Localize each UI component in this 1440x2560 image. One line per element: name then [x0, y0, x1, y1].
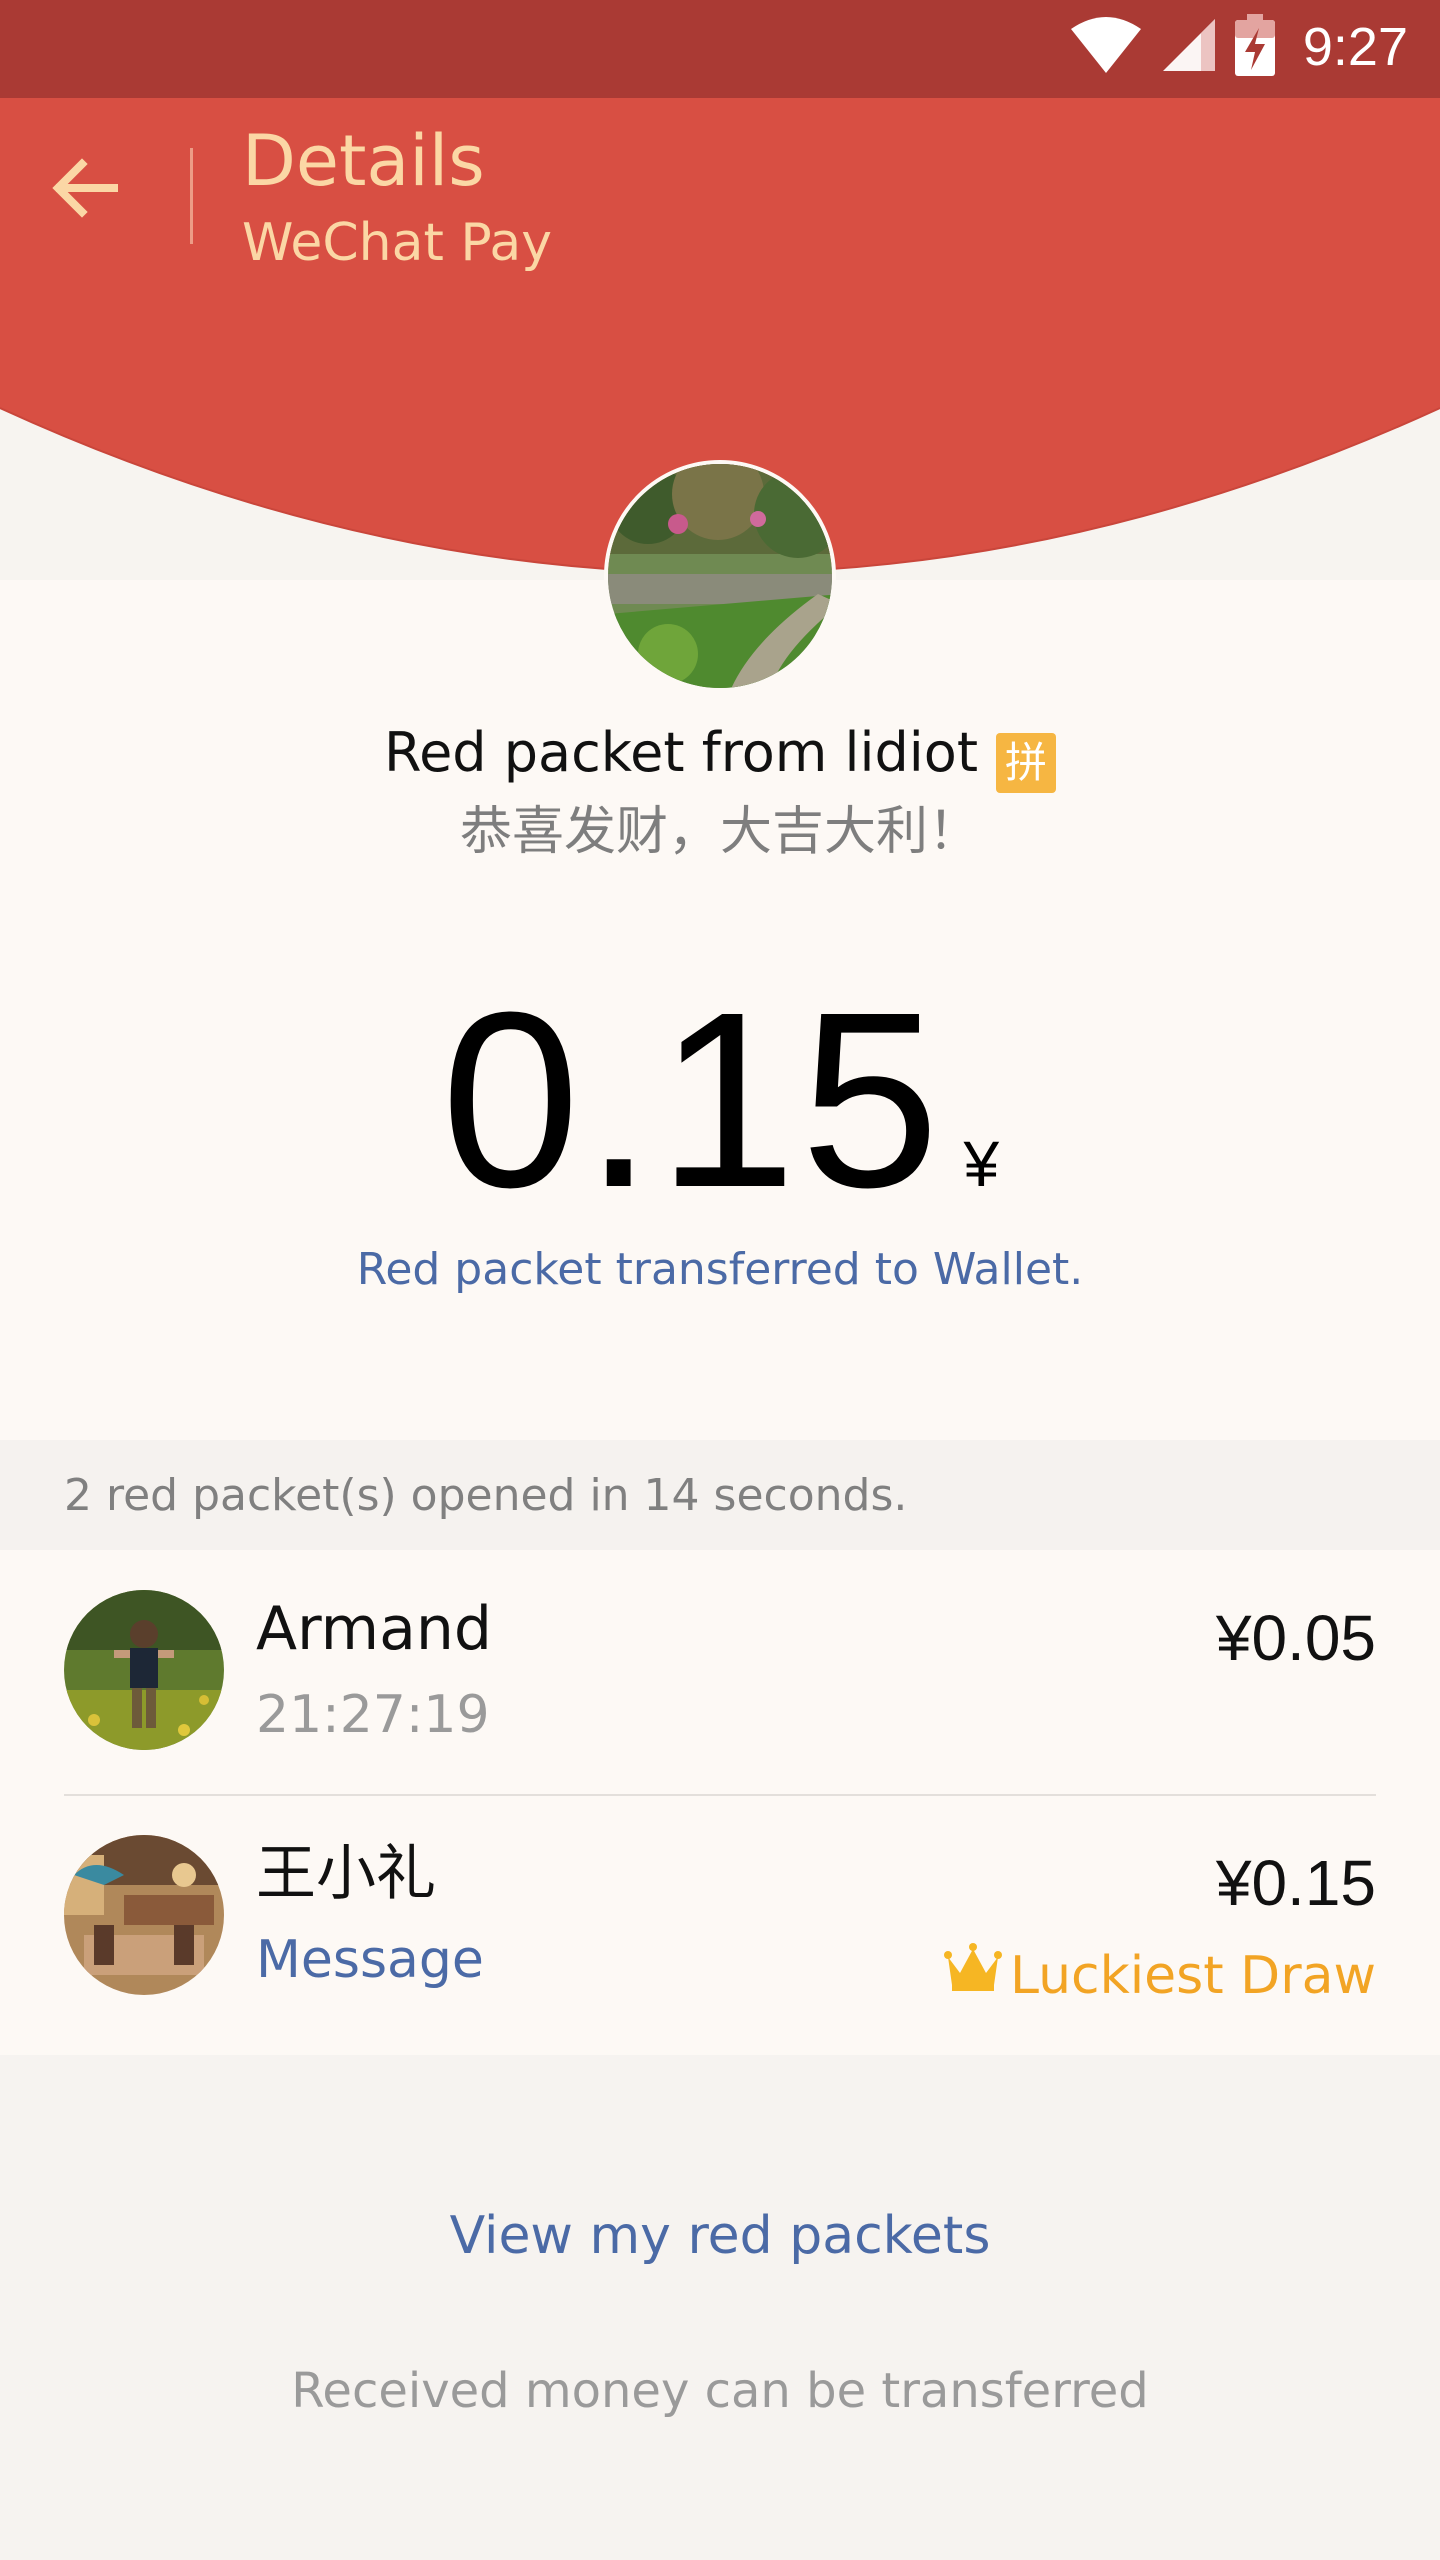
- recipient-amount: ¥0.15: [1215, 1847, 1376, 1919]
- recipient-name: Armand: [256, 1594, 492, 1664]
- view-my-red-packets-link[interactable]: View my red packets: [0, 2201, 1440, 2271]
- luckiest-draw-badge: Luckiest Draw: [944, 1941, 1376, 2011]
- recipient-name: 王小礼: [256, 1839, 436, 1909]
- recipient-time: 21:27:19: [256, 1685, 490, 1745]
- luckiest-draw-label: Luckiest Draw: [1010, 1946, 1376, 2006]
- sender-avatar-image: [608, 464, 832, 688]
- packet-detail: Red packet from lidiot 拼 恭喜发财，大吉大利！ 0.15 ¥…: [0, 0, 1440, 1440]
- recipient-amount: ¥0.05: [1215, 1602, 1376, 1674]
- avatar[interactable]: [64, 1590, 224, 1750]
- crown-icon: [944, 1941, 1003, 2011]
- greeting-message: 恭喜发财，大吉大利！: [459, 802, 980, 862]
- avatar[interactable]: [64, 1835, 224, 1995]
- footer: View my red packets Received money can b…: [0, 2055, 1440, 2560]
- message-link[interactable]: Message: [256, 1925, 484, 1995]
- amount-value: 0.15: [440, 960, 944, 1239]
- sender-text: Red packet from lidiot: [383, 721, 979, 784]
- group-packet-badge: 拼: [996, 733, 1057, 793]
- wallet-status-link[interactable]: Red packet transferred to Wallet.: [0, 1240, 1440, 1300]
- sender-line: Red packet from lidiot 拼: [0, 716, 1440, 793]
- recipient-list: Armand 21:27:19 ¥0.05 王小礼 Message ¥0.15: [0, 1550, 1440, 2055]
- amount-row: 0.15 ¥: [0, 960, 1440, 1240]
- footer-note: Received money can be transferred: [291, 2363, 1149, 2419]
- list-item[interactable]: 王小礼 Message ¥0.15 Luckiest Draw: [0, 1795, 1440, 2040]
- summary-band: 2 red packet(s) opened in 14 seconds.: [0, 1440, 1440, 1550]
- sender-avatar[interactable]: [604, 460, 836, 692]
- list-item[interactable]: Armand 21:27:19 ¥0.05: [0, 1550, 1440, 1796]
- avatar-image: [64, 1835, 224, 1995]
- summary-text: 2 red packet(s) opened in 14 seconds.: [64, 1470, 908, 1521]
- avatar-image: [64, 1590, 224, 1750]
- currency-symbol: ¥: [963, 1128, 1000, 1200]
